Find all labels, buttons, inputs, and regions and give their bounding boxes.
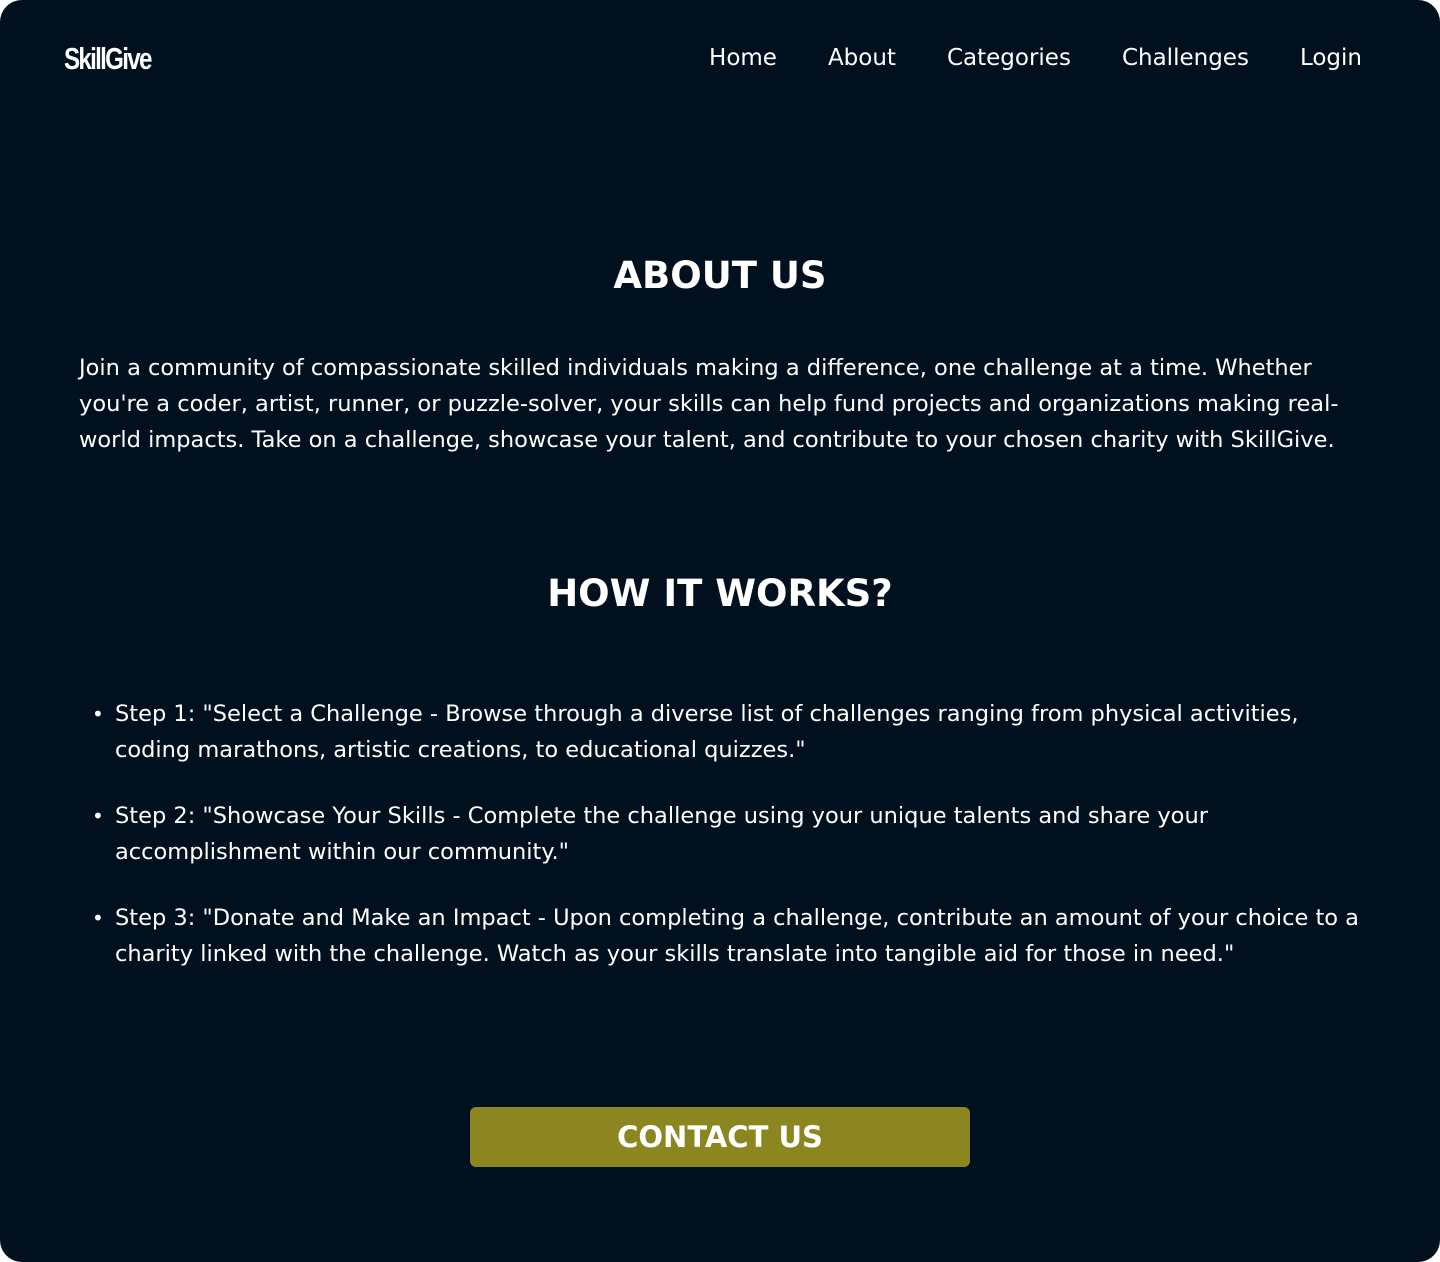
step-text: Step 2: "Showcase Your Skills - Complete… [115, 803, 1208, 865]
contact-us-button[interactable]: CONTACT US [470, 1107, 970, 1167]
step-item: • Step 2: "Showcase Your Skills - Comple… [79, 798, 1364, 870]
step-item: • Step 1: "Select a Challenge - Browse t… [79, 696, 1364, 768]
step-text: Step 1: "Select a Challenge - Browse thr… [115, 701, 1299, 763]
step-text: Step 3: "Donate and Make an Impact - Upo… [115, 905, 1359, 967]
how-it-works-heading: HOW IT WORKS? [547, 572, 893, 615]
nav-link-categories[interactable]: Categories [947, 40, 1071, 76]
step-item: • Step 3: "Donate and Make an Impact - U… [79, 900, 1364, 972]
about-description: Join a community of compassionate skille… [79, 355, 1339, 453]
nav-link-challenges[interactable]: Challenges [1122, 40, 1249, 76]
main-nav: Home About Categories Challenges Login [709, 40, 1362, 76]
site-logo[interactable]: SkillGive [64, 40, 152, 78]
bullet-icon: • [92, 906, 104, 930]
nav-link-login[interactable]: Login [1300, 40, 1362, 76]
steps-list: • Step 1: "Select a Challenge - Browse t… [79, 696, 1364, 1002]
bullet-icon: • [92, 804, 104, 828]
about-heading: ABOUT US [613, 254, 827, 297]
nav-link-home[interactable]: Home [709, 40, 777, 76]
bullet-icon: • [92, 702, 104, 726]
page-frame: SkillGive Home About Categories Challeng… [0, 0, 1440, 1262]
nav-link-about[interactable]: About [828, 40, 896, 76]
